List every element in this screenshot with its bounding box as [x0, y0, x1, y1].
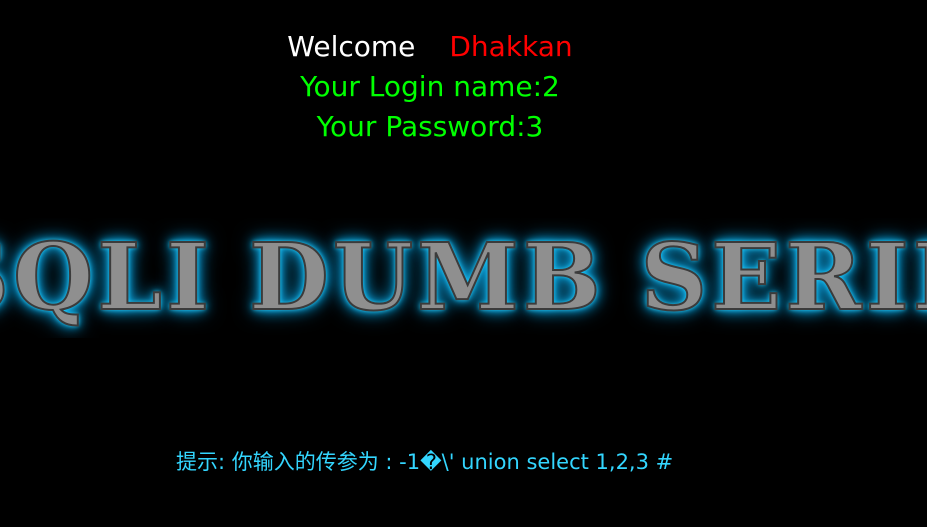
password-line: Your Password:3 [316, 110, 544, 143]
hint-text: 提示: 你输入的传参为 : -1�\' union select 1,2,3 # [176, 450, 674, 474]
banner-image: SQLI DUMB SERIES [0, 218, 927, 338]
login-name-line: Your Login name:2 [300, 70, 560, 103]
banner-title: SQLI DUMB SERIES [0, 222, 927, 332]
welcome-label: Welcome [287, 30, 416, 63]
username-value: Dhakkan [449, 30, 573, 63]
welcome-line: Welcome Dhakkan [0, 27, 860, 67]
